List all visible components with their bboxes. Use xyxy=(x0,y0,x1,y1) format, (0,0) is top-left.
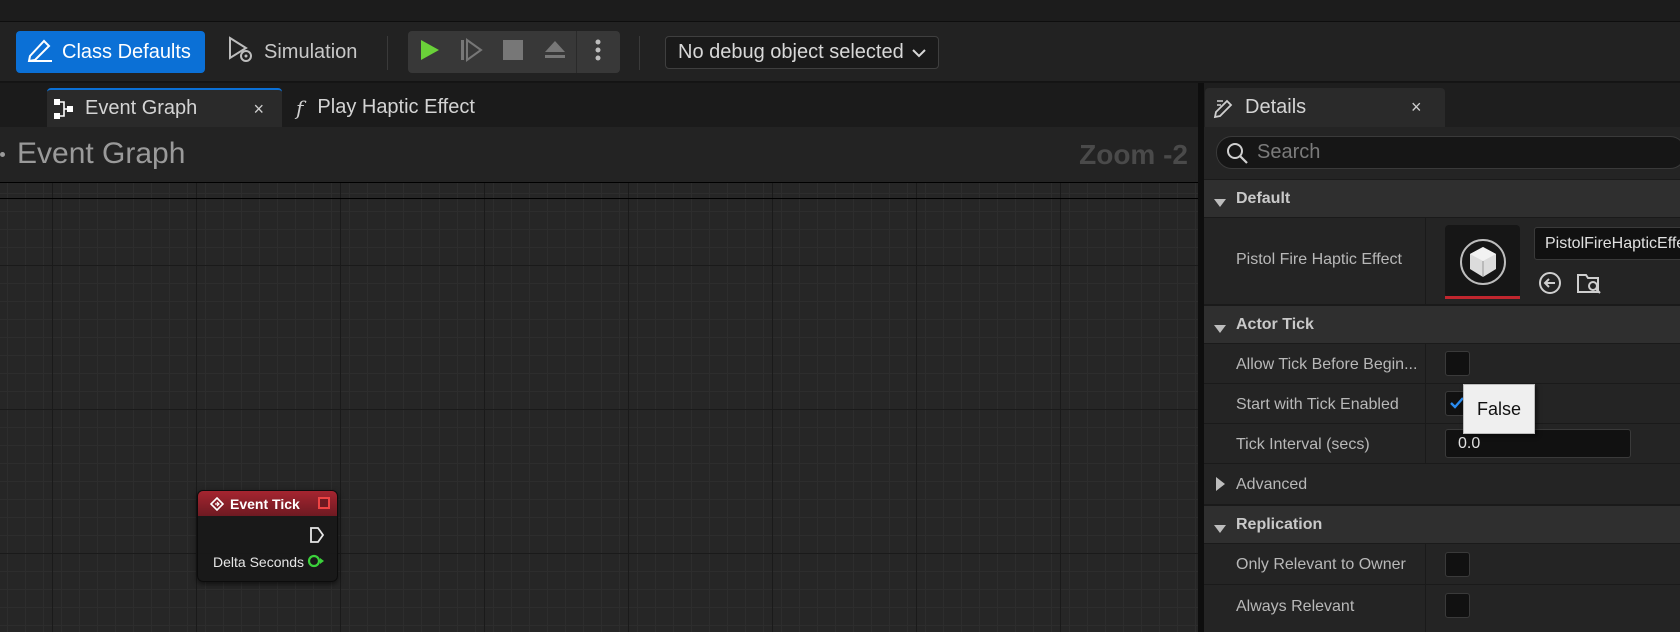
stop-button[interactable] xyxy=(492,31,534,73)
prop-pistol-fire-haptic-effect: Pistol Fire Haptic Effect PistolFireHapt… xyxy=(1204,218,1680,305)
category-actor-tick[interactable]: Actor Tick xyxy=(1204,305,1680,344)
simulation-icon xyxy=(226,34,264,70)
details-panel: Details × Default Pistol Fire Haptic Eff… xyxy=(1204,83,1680,632)
main-toolbar: Class Defaults Simulation No debug objec… xyxy=(0,22,1680,82)
search-input[interactable] xyxy=(1257,141,1637,164)
graph-icon xyxy=(53,98,75,120)
column-divider xyxy=(1425,424,1426,463)
details-pencil-icon xyxy=(1213,97,1245,119)
delta-seconds-label: Delta Seconds xyxy=(213,554,305,570)
zoom-level: Zoom -2 xyxy=(1079,139,1188,170)
tab-play-haptic-effect[interactable]: f Play Haptic Effect xyxy=(296,88,536,127)
float-pin-icon[interactable] xyxy=(307,554,325,573)
advanced-expander[interactable]: Advanced xyxy=(1204,464,1680,505)
event-tick-node[interactable]: Event Tick Delta Seconds xyxy=(197,490,338,582)
class-defaults-button[interactable]: Class Defaults xyxy=(16,31,205,73)
details-body: Default Pistol Fire Haptic Effect Pistol… xyxy=(1204,127,1680,632)
play-controls xyxy=(408,31,620,73)
column-divider xyxy=(1425,344,1426,383)
play-options-button[interactable] xyxy=(576,31,618,73)
column-divider xyxy=(1425,218,1426,304)
delegate-pin-icon[interactable] xyxy=(318,497,330,509)
debug-object-value: No debug object selected xyxy=(678,41,904,63)
play-button[interactable] xyxy=(408,31,450,73)
toolbar-separator xyxy=(387,36,388,70)
category-default-label: Default xyxy=(1236,189,1291,207)
asset-type-bar xyxy=(1445,296,1520,299)
simulation-button[interactable]: Simulation xyxy=(226,31,366,73)
search-icon xyxy=(1225,141,1249,165)
graph-title: Event Graph xyxy=(17,137,186,170)
debug-object-dropdown[interactable]: No debug object selected xyxy=(665,36,939,69)
category-actor-tick-label: Actor Tick xyxy=(1236,315,1314,333)
column-divider xyxy=(1425,585,1426,632)
prop-label: Start with Tick Enabled xyxy=(1236,396,1399,413)
details-search-box[interactable] xyxy=(1216,136,1680,169)
expand-triangle-icon xyxy=(1214,195,1226,213)
expand-triangle-icon xyxy=(1214,521,1226,539)
prop-label: Tick Interval (secs) xyxy=(1236,436,1370,453)
browse-folder-icon[interactable] xyxy=(1576,270,1602,301)
value-tooltip: False xyxy=(1463,384,1535,434)
simulation-label: Simulation xyxy=(264,40,358,63)
toolbar-separator xyxy=(639,36,640,70)
advanced-label: Advanced xyxy=(1236,476,1308,493)
pencil-icon xyxy=(26,36,62,68)
tab-play-haptic-effect-label: Play Haptic Effect xyxy=(317,96,475,118)
tab-close-button[interactable]: × xyxy=(253,99,264,120)
prop-start-with-tick-enabled: Start with Tick Enabled xyxy=(1204,384,1680,424)
eject-button[interactable] xyxy=(534,31,576,73)
always-relevant-checkbox[interactable] xyxy=(1445,593,1470,618)
graph-divider xyxy=(0,198,1198,199)
window-top-strip xyxy=(0,0,1680,22)
step-icon xyxy=(458,37,484,68)
prop-label: Only Relevant to Owner xyxy=(1236,556,1406,573)
cube-icon xyxy=(1458,237,1508,287)
prop-tick-interval: Tick Interval (secs) 0.0 xyxy=(1204,424,1680,464)
asset-picker-value[interactable]: PistolFireHapticEffect xyxy=(1534,227,1680,260)
step-button[interactable] xyxy=(450,31,492,73)
tab-details[interactable]: Details × xyxy=(1205,88,1445,127)
checkmark-icon xyxy=(1450,397,1464,409)
exec-pin-icon[interactable] xyxy=(309,526,325,549)
details-tab-label: Details xyxy=(1245,96,1307,118)
breadcrumb-arrow-icon xyxy=(0,152,5,157)
column-divider xyxy=(1425,544,1426,584)
collapsed-triangle-icon xyxy=(1216,477,1225,491)
chevron-down-icon xyxy=(904,41,926,64)
prop-label: Always Relevant xyxy=(1236,598,1355,615)
asset-thumbnail[interactable] xyxy=(1445,225,1520,298)
play-icon xyxy=(416,37,442,68)
eject-icon xyxy=(542,37,568,68)
prop-allow-tick-before-begin: Allow Tick Before Begin... xyxy=(1204,344,1680,384)
class-defaults-label: Class Defaults xyxy=(62,40,191,63)
node-header: Event Tick xyxy=(198,491,337,516)
more-vertical-icon xyxy=(595,38,601,67)
prop-label: Pistol Fire Haptic Effect xyxy=(1236,251,1402,268)
prop-only-relevant-to-owner: Only Relevant to Owner xyxy=(1204,544,1680,585)
stop-icon xyxy=(501,38,525,67)
category-replication[interactable]: Replication xyxy=(1204,505,1680,544)
use-selected-arrow-icon[interactable] xyxy=(1537,270,1563,301)
allow-tick-before-begin-checkbox[interactable] xyxy=(1445,351,1470,376)
graph-header: Event Graph Zoom -2 xyxy=(0,127,1198,183)
prop-always-relevant: Always Relevant xyxy=(1204,585,1680,632)
category-replication-label: Replication xyxy=(1236,515,1323,533)
only-relevant-to-owner-checkbox[interactable] xyxy=(1445,552,1470,577)
tab-event-graph-label: Event Graph xyxy=(85,97,198,119)
event-graph-canvas[interactable]: Event Graph Zoom -2 xyxy=(0,127,1198,632)
prop-label: Allow Tick Before Begin... xyxy=(1236,356,1418,373)
tab-event-graph[interactable]: Event Graph × xyxy=(47,88,282,127)
function-icon: f xyxy=(296,95,304,120)
details-close-button[interactable]: × xyxy=(1411,97,1422,118)
expand-triangle-icon xyxy=(1214,321,1226,339)
category-default[interactable]: Default xyxy=(1204,179,1680,218)
document-tab-bar: Event Graph × f Play Haptic Effect xyxy=(0,83,1200,127)
node-title: Event Tick xyxy=(230,495,300,512)
event-diamond-icon xyxy=(210,496,230,511)
column-divider xyxy=(1425,384,1426,423)
